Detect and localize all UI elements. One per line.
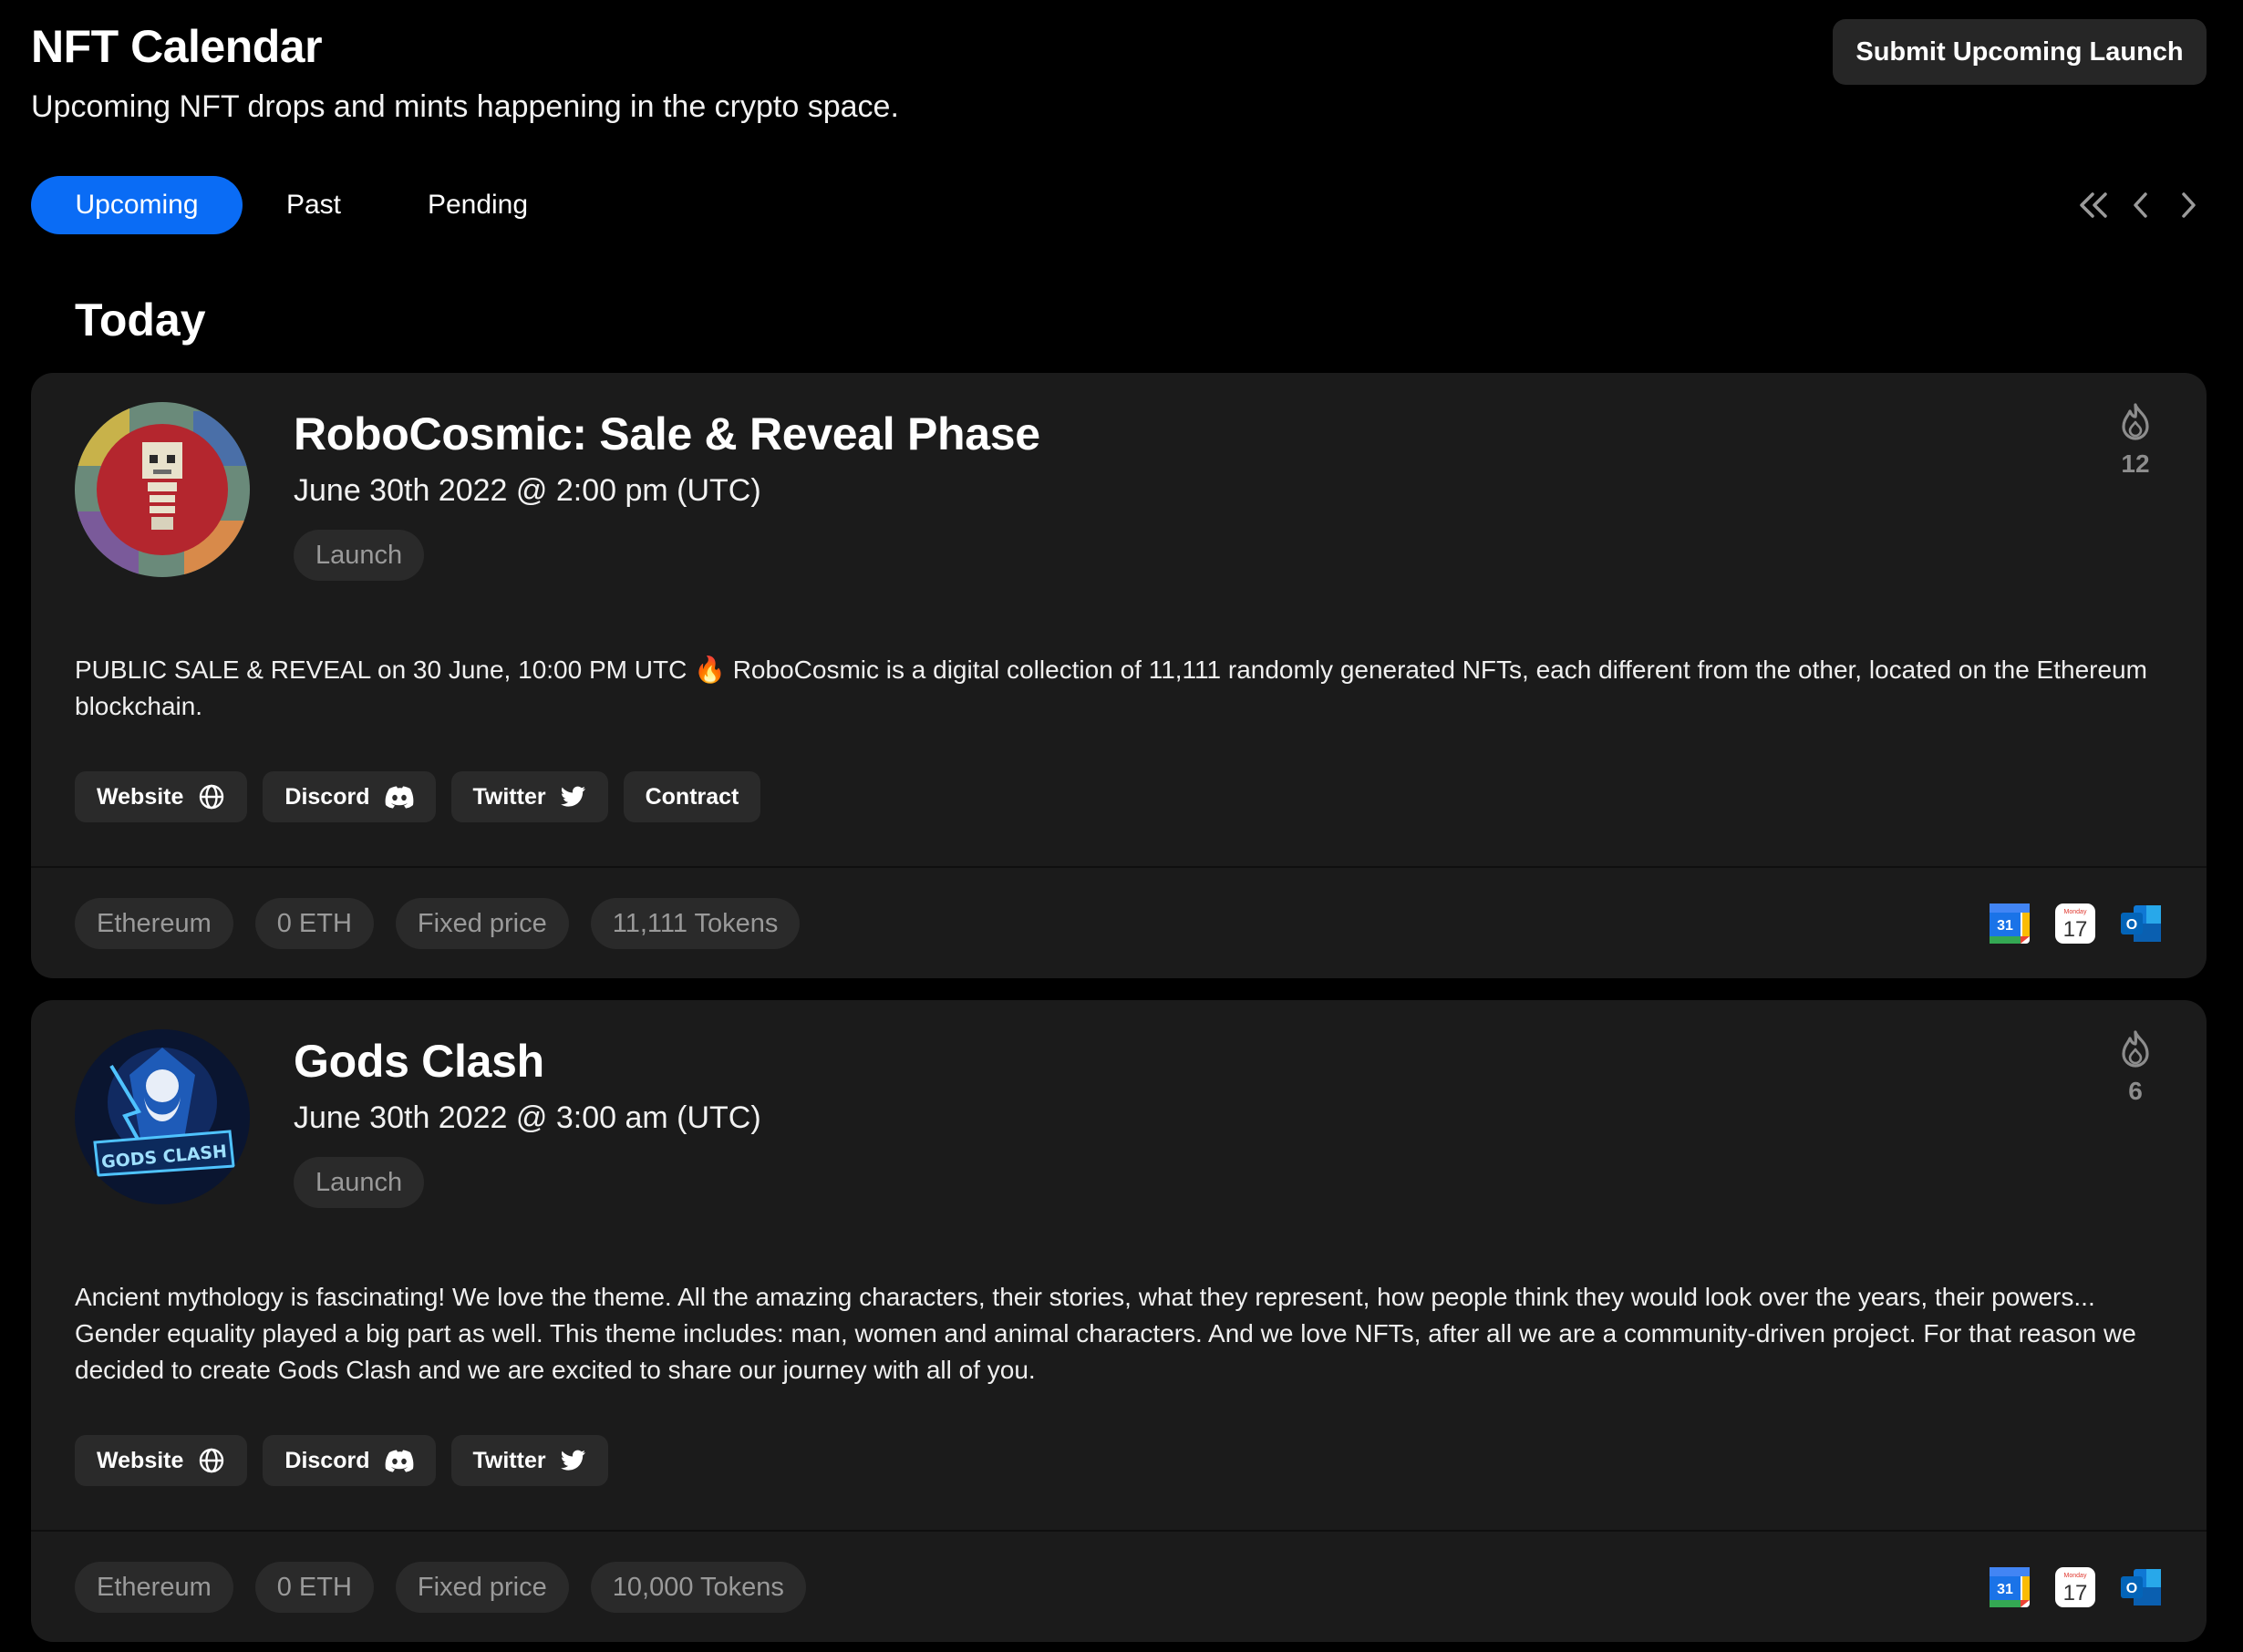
page-title: NFT Calendar: [31, 21, 323, 72]
google-calendar-day: 31: [1997, 1582, 2013, 1597]
discord-label: Discord: [284, 1447, 370, 1473]
event-title[interactable]: Gods Clash: [294, 1035, 544, 1088]
section-heading-today: Today: [75, 294, 206, 346]
discord-icon: [385, 1450, 413, 1472]
outlook-calendar-icon[interactable]: O: [2119, 1565, 2163, 1609]
event-card: RoboCosmic: Sale & Reveal Phase June 30t…: [31, 373, 2207, 978]
previous-page-icon[interactable]: [2117, 182, 2165, 228]
google-calendar-day: 31: [1997, 918, 2013, 934]
apple-calendar-day: 17: [2063, 1581, 2088, 1606]
pricing-type-pill: Fixed price: [395, 898, 569, 949]
twitter-label: Twitter: [472, 1447, 546, 1473]
discord-button[interactable]: Discord: [263, 771, 436, 822]
discord-button[interactable]: Discord: [263, 1435, 436, 1486]
price-pill: 0 ETH: [254, 1562, 374, 1613]
globe-icon: [200, 1448, 224, 1473]
next-page-icon[interactable]: [2165, 182, 2212, 228]
tab-pending[interactable]: Pending: [412, 176, 543, 234]
outlook-letter: O: [2126, 917, 2137, 933]
outlook-calendar-icon[interactable]: O: [2119, 902, 2163, 945]
apple-calendar-weekday: Monday: [2064, 1573, 2087, 1579]
fire-icon: [2122, 403, 2149, 440]
contract-button[interactable]: Contract: [623, 771, 761, 822]
website-label: Website: [97, 1447, 184, 1473]
event-meta: Ethereum 0 ETH Fixed price 11,111 Tokens: [75, 898, 801, 949]
collection-avatar[interactable]: GODS CLASH: [75, 1029, 250, 1204]
link-buttons: Website Discord Twitter: [75, 1435, 608, 1486]
twitter-label: Twitter: [472, 783, 546, 810]
hype-counter[interactable]: 6: [2095, 1029, 2176, 1106]
submit-launch-button[interactable]: Submit Upcoming Launch: [1833, 19, 2207, 85]
collection-avatar[interactable]: [75, 402, 250, 577]
website-label: Website: [97, 783, 184, 810]
token-count-pill: 11,111 Tokens: [590, 898, 801, 949]
chain-pill: Ethereum: [75, 1562, 233, 1613]
price-pill: 0 ETH: [254, 898, 374, 949]
twitter-button[interactable]: Twitter: [450, 1435, 608, 1486]
google-calendar-icon[interactable]: 31: [1988, 902, 2031, 945]
page-subtitle: Upcoming NFT drops and mints happening i…: [31, 89, 899, 124]
event-meta: Ethereum 0 ETH Fixed price 10,000 Tokens: [75, 1562, 806, 1613]
event-title[interactable]: RoboCosmic: Sale & Reveal Phase: [294, 408, 1040, 460]
website-button[interactable]: Website: [75, 1435, 248, 1486]
apple-calendar-weekday: Monday: [2064, 909, 2087, 915]
first-page-icon[interactable]: [2070, 182, 2117, 228]
card-divider: [31, 1530, 2207, 1532]
event-type-tag: Launch: [294, 530, 425, 581]
twitter-icon: [560, 786, 585, 807]
discord-label: Discord: [284, 783, 370, 810]
apple-calendar-icon[interactable]: Monday 17: [2053, 1565, 2097, 1609]
website-button[interactable]: Website: [75, 771, 248, 822]
event-type-tag: Launch: [294, 1157, 425, 1208]
outlook-letter: O: [2126, 1581, 2137, 1596]
discord-icon: [385, 786, 413, 809]
card-divider: [31, 866, 2207, 868]
event-date: June 30th 2022 @ 3:00 am (UTC): [294, 1100, 761, 1135]
pagination-controls: [2070, 182, 2212, 228]
hype-count: 6: [2128, 1077, 2143, 1105]
pricing-type-pill: Fixed price: [395, 1562, 569, 1613]
event-description: Ancient mythology is fascinating! We lov…: [75, 1283, 2136, 1384]
fire-icon: [2122, 1030, 2149, 1068]
apple-calendar-icon[interactable]: Monday 17: [2053, 902, 2097, 945]
twitter-icon: [560, 1450, 585, 1471]
tab-upcoming[interactable]: Upcoming: [31, 176, 243, 234]
hype-counter[interactable]: 12: [2095, 402, 2176, 479]
event-description: PUBLIC SALE & REVEAL on 30 June, 10:00 P…: [75, 656, 2147, 720]
twitter-button[interactable]: Twitter: [450, 771, 608, 822]
event-card: GODS CLASH Gods Clash June 30th 2022 @ 3…: [31, 1000, 2207, 1642]
chain-pill: Ethereum: [75, 898, 233, 949]
add-to-calendar: 31 Monday 17 O: [1988, 902, 2163, 945]
event-date: June 30th 2022 @ 2:00 pm (UTC): [294, 473, 761, 508]
globe-icon: [200, 784, 224, 810]
hype-count: 12: [2121, 449, 2150, 478]
apple-calendar-day: 17: [2063, 917, 2088, 942]
token-count-pill: 10,000 Tokens: [590, 1562, 806, 1613]
link-buttons: Website Discord Twitter Contract: [75, 771, 761, 822]
tab-past[interactable]: Past: [264, 176, 363, 234]
add-to-calendar: 31 Monday 17 O: [1988, 1565, 2163, 1609]
google-calendar-icon[interactable]: 31: [1988, 1565, 2031, 1609]
